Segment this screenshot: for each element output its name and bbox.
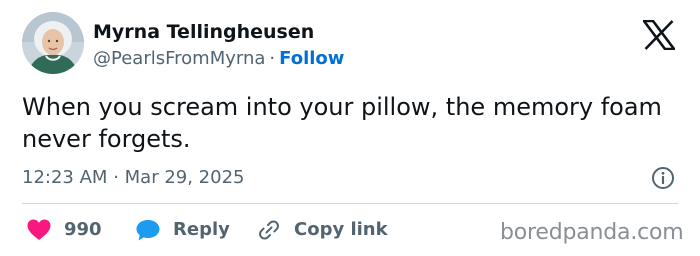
follow-button[interactable]: Follow (279, 48, 344, 69)
avatar[interactable] (22, 12, 84, 74)
watermark: boredpanda.com (500, 220, 684, 245)
author-handle[interactable]: @PearlsFromMyrna (93, 48, 265, 69)
author-name[interactable]: Myrna Tellingheusen (93, 20, 314, 44)
info-icon[interactable] (651, 166, 675, 190)
post-text: When you scream into your pillow, the me… (22, 93, 662, 153)
reply-label: Reply (173, 219, 230, 240)
like-button[interactable]: 990 (26, 216, 102, 244)
like-count: 990 (64, 219, 102, 240)
post-date[interactable]: Mar 29, 2025 (125, 167, 245, 188)
copy-link-label: Copy link (294, 219, 388, 240)
date-separator: · (113, 167, 119, 188)
speech-bubble-icon (136, 220, 160, 241)
heart-icon (27, 219, 51, 240)
author-meta: @PearlsFromMyrna · Follow (93, 47, 344, 71)
divider (22, 203, 678, 204)
reply-button[interactable]: Reply (135, 216, 230, 244)
x-logo-icon[interactable] (641, 19, 677, 51)
post-card: Myrna Tellingheusen @PearlsFromMyrna · Fol… (0, 0, 700, 256)
post-time[interactable]: 12:23 AM (22, 167, 107, 188)
post-timestamp: 12:23 AM · Mar 29, 2025 (22, 166, 245, 190)
copy-link-button[interactable]: Copy link (256, 216, 388, 244)
link-icon (259, 220, 279, 240)
profile-photo-icon (22, 12, 84, 74)
handle-separator: · (269, 48, 276, 69)
